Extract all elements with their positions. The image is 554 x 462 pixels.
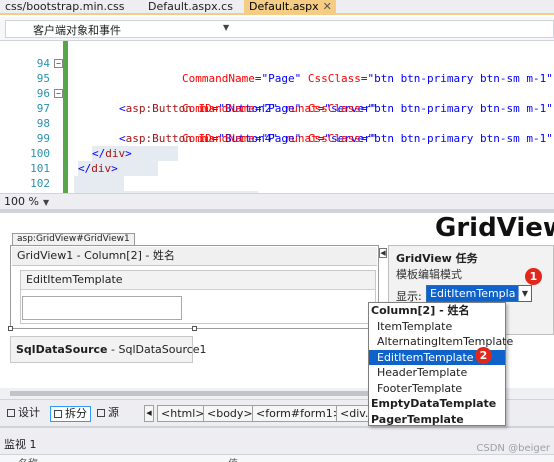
tasks-title: GridView 任务 <box>396 252 478 265</box>
code-line: 99 </div> <box>0 116 554 161</box>
dropdown-item[interactable]: ItemTemplate <box>369 319 505 335</box>
split-icon <box>54 410 62 418</box>
watermark-text: CSDN @beiger <box>476 443 550 454</box>
collapse-toggle[interactable]: − <box>54 59 63 68</box>
design-view-button[interactable]: 设计 <box>4 406 43 422</box>
tab-label: css/bootstrap.min.css <box>5 0 125 13</box>
tab-default-aspx-cs[interactable]: Default.aspx.cs <box>143 0 239 15</box>
breadcrumb-div[interactable]: <div. <box>336 405 369 422</box>
tab-default-aspx[interactable]: Default.aspx ✕ <box>244 0 336 15</box>
sqlds-type: SqlDataSource <box>16 343 108 356</box>
navigation-bar: 客户端对象和事件 ▼ <box>0 17 554 41</box>
collapse-toggle[interactable]: − <box>54 89 63 98</box>
code-editor[interactable]: 94 CommandName="Page" CssClass="btn btn-… <box>0 41 554 221</box>
chevron-down-icon[interactable]: ▼ <box>518 286 531 301</box>
source-view-label: 源 <box>108 406 119 419</box>
resize-handle[interactable] <box>8 326 13 331</box>
split-view-button[interactable]: 拆分 <box>50 406 91 422</box>
step-badge-2: 2 <box>475 347 492 364</box>
tab-label: Default.aspx <box>249 0 319 13</box>
sqldatasource-control[interactable]: SqlDataSource - SqlDataSource1 <box>10 336 207 363</box>
dropdown-item[interactable]: HeaderTemplate <box>369 365 505 381</box>
code-line: 103 </asp:GridView> <box>0 176 554 221</box>
dropdown-item[interactable]: EmptyDataTemplate <box>369 396 505 412</box>
dropdown-item[interactable]: PagerTemplate <box>369 412 505 428</box>
template-dropdown-list[interactable]: Column[2] - 姓名 ItemTemplate AlternatingI… <box>368 302 513 428</box>
breadcrumb-body[interactable]: <body> <box>203 405 257 422</box>
control-tag-label[interactable]: asp:GridView#GridView1 <box>12 233 135 245</box>
dropdown-value: 客户端对象和事件 <box>33 24 121 37</box>
resize-handle[interactable] <box>192 326 197 331</box>
template-editing-mode-label: 模板编辑模式 <box>396 268 462 281</box>
source-icon <box>97 409 105 417</box>
template-name: EditItemTemplate <box>21 271 375 290</box>
code-line: 97 − <asp:Button ID="Button4" runat="ser… <box>0 86 554 145</box>
gridview-template-header: GridView1 - Column[2] - 姓名 <box>12 247 377 266</box>
client-objects-events-dropdown[interactable]: 客户端对象和事件 ▼ <box>5 20 554 38</box>
code-line: 100 </div> <box>0 131 554 176</box>
smart-tag-arrow-icon[interactable]: ◀ <box>379 248 387 258</box>
code-line: 101 <box>0 146 554 191</box>
editor-status-bar: 100 % ▼ <box>0 193 554 209</box>
tab-bootstrap-css[interactable]: css/bootstrap.min.css <box>0 0 138 15</box>
code-line: 94 CommandName="Page" CssClass="btn btn-… <box>0 41 554 85</box>
code-line: 96 CommandName="Page" CssClass="btn btn-… <box>0 71 554 115</box>
column-value-header[interactable]: 值 <box>228 455 238 462</box>
template-textbox[interactable] <box>22 296 182 320</box>
zoom-level: 100 % <box>4 195 39 208</box>
dropdown-item[interactable]: Column[2] - 姓名 <box>369 303 505 319</box>
design-surface[interactable]: GridView asp:GridView#GridView1 GridView… <box>0 213 554 426</box>
document-tab-bar: css/bootstrap.min.css Default.aspx.cs De… <box>0 0 554 15</box>
design-view-label: 设计 <box>18 406 40 419</box>
code-line: 102 </PagerTemplate> <box>0 161 554 206</box>
breadcrumb-html[interactable]: <html> <box>157 405 209 422</box>
close-icon[interactable]: ✕ <box>323 0 332 13</box>
page-heading-preview: GridView <box>435 213 554 243</box>
watch-column-headers: 名称 值 <box>0 454 554 462</box>
source-view-button[interactable]: 源 <box>94 406 122 422</box>
zoom-dropdown[interactable]: 100 % ▼ <box>4 195 49 208</box>
tab-label: Default.aspx.cs <box>148 0 233 13</box>
template-select[interactable]: EditItemTempla <box>426 285 532 302</box>
sqlds-id: - SqlDataSource1 <box>107 343 207 356</box>
dropdown-item[interactable]: FooterTemplate <box>369 381 505 397</box>
scrollbar-thumb[interactable] <box>10 391 370 396</box>
chevron-down-icon: ▼ <box>223 23 230 32</box>
template-select-value: EditItemTempla <box>430 287 516 300</box>
code-line: 98 CommandName="Page" CssClass="btn btn-… <box>0 101 554 145</box>
watch-panel-title: 监视 1 <box>4 438 37 451</box>
column-name-header[interactable]: 名称 <box>18 455 38 462</box>
design-icon <box>7 409 15 417</box>
gridview-control[interactable]: GridView1 - Column[2] - 姓名 EditItemTempl… <box>10 245 379 329</box>
code-line: 95 − <asp:Button ID="Button2" runat="ser… <box>0 56 554 115</box>
breadcrumb-form[interactable]: <form#form1> <box>252 405 346 422</box>
chevron-down-icon: ▼ <box>42 198 50 207</box>
watch-panel: 监视 1 名称 值 <box>0 426 554 462</box>
step-badge-1: 1 <box>525 268 542 285</box>
split-view-label: 拆分 <box>65 407 87 420</box>
breadcrumb-back-icon[interactable]: ◀ <box>144 405 154 422</box>
